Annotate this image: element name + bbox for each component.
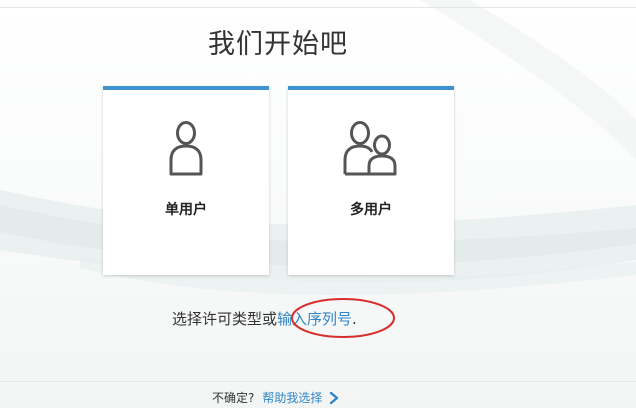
license-prompt: 选择许可类型或输入序列号. [172, 308, 357, 329]
single-user-icon [103, 118, 269, 178]
multi-user-card[interactable]: 多用户 [288, 86, 454, 275]
single-user-label: 单用户 [165, 202, 207, 218]
prompt-period: . [352, 310, 357, 328]
license-prompt-text: 选择许可类型或 [172, 310, 278, 328]
footer-question: 不确定? [212, 391, 255, 405]
multi-user-icon [288, 118, 454, 178]
single-user-card[interactable]: 单用户 [103, 86, 269, 275]
footer-divider [0, 381, 636, 382]
enter-serial-number-link[interactable]: 输入序列号 [277, 310, 352, 328]
top-divider [0, 7, 636, 8]
page-title: 我们开始吧 [208, 29, 348, 60]
multi-user-label: 多用户 [350, 202, 392, 218]
chevron-right-icon[interactable] [329, 391, 339, 404]
help-me-choose-link[interactable]: 帮助我选择 [262, 389, 322, 406]
footer: 不确定? 帮助我选择 [212, 389, 339, 406]
